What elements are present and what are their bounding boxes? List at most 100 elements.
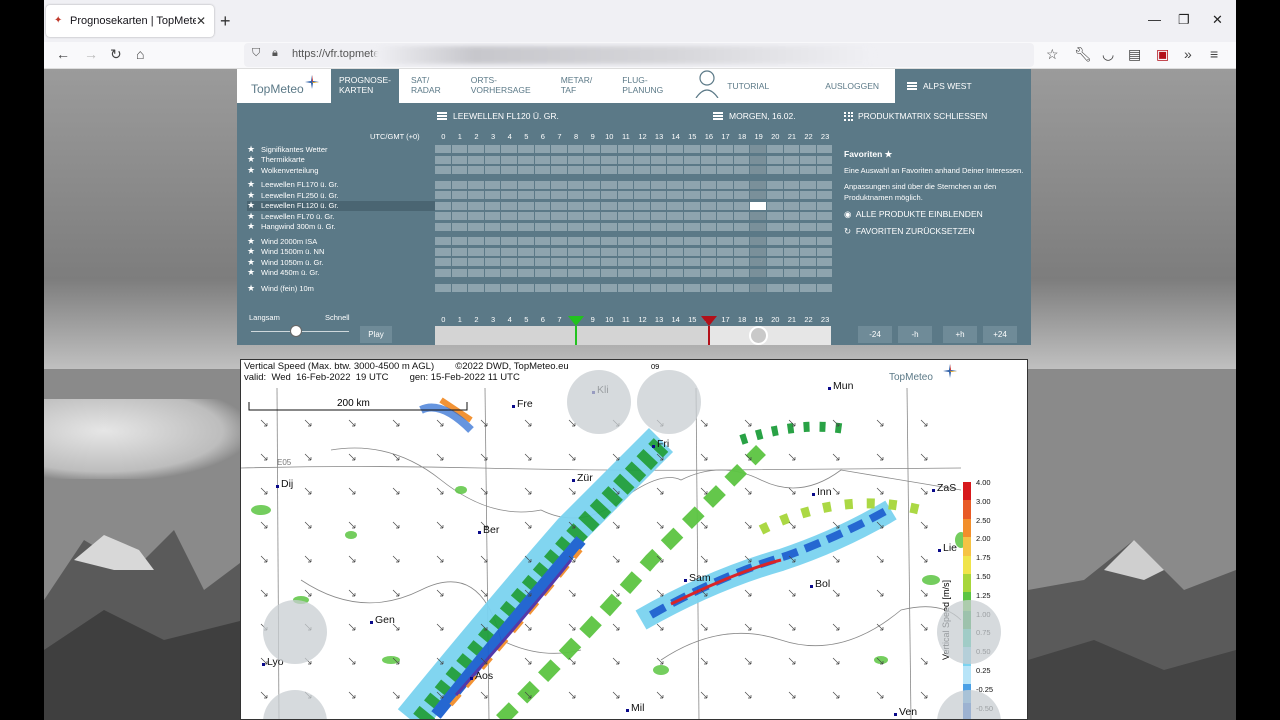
matrix-cell[interactable] (750, 268, 766, 277)
matrix-cell[interactable] (484, 268, 501, 277)
matrix-cell[interactable] (435, 166, 451, 174)
play-button[interactable]: Play (360, 326, 392, 343)
matrix-cell[interactable] (451, 258, 468, 266)
matrix-cell[interactable] (650, 247, 667, 256)
tutorial-link[interactable]: TUTORIAL (719, 69, 777, 103)
matrix-cell[interactable] (634, 201, 650, 210)
matrix-cell[interactable] (667, 247, 683, 256)
matrix-cell[interactable] (783, 201, 800, 210)
step-button[interactable]: -h (898, 326, 932, 343)
matrix-cell[interactable] (750, 247, 766, 256)
matrix-cell[interactable] (518, 284, 534, 292)
matrix-cell[interactable] (484, 180, 501, 189)
matrix-cell[interactable] (518, 247, 534, 256)
matrix-cell[interactable] (518, 268, 534, 277)
matrix-cell[interactable] (750, 166, 766, 174)
matrix-cell[interactable] (484, 145, 501, 153)
matrix-cell[interactable] (468, 155, 484, 164)
matrix-cell[interactable] (551, 166, 567, 174)
matrix-cell[interactable] (634, 247, 650, 256)
matrix-cell[interactable] (451, 166, 468, 174)
matrix-cell[interactable] (767, 212, 783, 220)
home-icon[interactable]: ⌂ (136, 46, 144, 62)
matrix-cell[interactable] (601, 212, 617, 220)
matrix-cell[interactable] (484, 247, 501, 256)
matrix-cell[interactable] (783, 247, 800, 256)
matrix-cell[interactable] (451, 180, 468, 189)
favorite-star-icon[interactable]: ★ (247, 221, 261, 232)
matrix-cell[interactable] (634, 191, 650, 199)
matrix-cell[interactable] (800, 155, 816, 164)
matrix-cell[interactable] (567, 258, 584, 266)
product-row[interactable]: ★ Wind 1500m ü. NN (247, 246, 435, 257)
matrix-cell[interactable] (650, 237, 667, 245)
matrix-cell[interactable] (567, 247, 584, 256)
matrix-cell[interactable] (468, 237, 484, 245)
matrix-cell[interactable] (634, 166, 650, 174)
matrix-cell[interactable] (717, 284, 733, 292)
matrix-cell[interactable] (501, 201, 517, 210)
matrix-cell[interactable] (484, 222, 501, 231)
matrix-cell[interactable] (750, 237, 766, 245)
matrix-cell[interactable] (501, 166, 517, 174)
matrix-cell[interactable] (584, 212, 600, 220)
matrix-cell[interactable] (634, 237, 650, 245)
matrix-cell[interactable] (750, 180, 766, 189)
product-row[interactable]: ★ Leewellen FL250 ü. Gr. (247, 190, 435, 200)
matrix-cell[interactable] (733, 166, 750, 174)
matrix-cell[interactable] (650, 268, 667, 277)
matrix-cell[interactable] (650, 284, 667, 292)
show-all-products-link[interactable]: ◉ ALLE PRODUKTE EINBLENDEN (844, 209, 1024, 220)
matrix-cell[interactable] (567, 145, 584, 153)
matrix-cell[interactable] (551, 201, 567, 210)
date-selector[interactable]: MORGEN, 16.02. (713, 111, 796, 121)
matrix-cell[interactable] (534, 258, 551, 266)
matrix-cell[interactable] (567, 166, 584, 174)
sunrise-marker[interactable] (568, 316, 585, 326)
matrix-cell[interactable] (717, 166, 733, 174)
matrix-cell[interactable] (451, 212, 468, 220)
matrix-cell[interactable] (468, 166, 484, 174)
matrix-cell[interactable] (750, 155, 766, 164)
matrix-cell[interactable] (816, 155, 833, 164)
matrix-cell[interactable] (617, 212, 634, 220)
matrix-cell[interactable] (518, 155, 534, 164)
matrix-cell[interactable] (484, 155, 501, 164)
matrix-cell[interactable] (534, 284, 551, 292)
matrix-cell[interactable] (767, 201, 783, 210)
close-window-button[interactable]: ✕ (1212, 12, 1223, 28)
nav-item-3[interactable]: METAR/ TAF (553, 69, 600, 103)
matrix-cell[interactable] (551, 247, 567, 256)
matrix-cell[interactable] (468, 201, 484, 210)
matrix-cell[interactable] (468, 268, 484, 277)
matrix-cell[interactable] (584, 258, 600, 266)
product-row[interactable]: ★ Leewellen FL120 ü. Gr. (247, 200, 435, 211)
favorite-star-icon[interactable]: ★ (247, 246, 261, 257)
matrix-cell[interactable] (733, 247, 750, 256)
matrix-cell[interactable] (617, 180, 634, 189)
matrix-cell[interactable] (767, 247, 783, 256)
matrix-cell[interactable] (451, 237, 468, 245)
matrix-cell[interactable] (584, 180, 600, 189)
matrix-cell[interactable] (484, 166, 501, 174)
matrix-cell[interactable] (518, 166, 534, 174)
matrix-cell[interactable] (800, 191, 816, 199)
favorite-star-icon[interactable]: ★ (247, 257, 261, 268)
matrix-cell[interactable] (617, 166, 634, 174)
matrix-cell[interactable] (617, 191, 634, 199)
matrix-cell[interactable] (733, 284, 750, 292)
forecast-map[interactable]: Vertical Speed (Max. btw. 3000-4500 m AG… (240, 359, 1028, 720)
matrix-cell[interactable] (767, 155, 783, 164)
wrench-icon[interactable]: 🔧︎ (1074, 46, 1092, 63)
matrix-cell[interactable] (567, 237, 584, 245)
matrix-cell[interactable] (584, 145, 600, 153)
favorite-star-icon[interactable]: ★ (247, 200, 261, 211)
matrix-cell[interactable] (484, 258, 501, 266)
matrix-cell[interactable] (684, 247, 700, 256)
matrix-cell[interactable] (567, 155, 584, 164)
matrix-cell[interactable] (501, 191, 517, 199)
pdf-icon[interactable]: ▣ (1156, 46, 1169, 63)
matrix-cell[interactable] (451, 268, 468, 277)
matrix-cell[interactable] (700, 201, 717, 210)
matrix-cell[interactable] (717, 212, 733, 220)
